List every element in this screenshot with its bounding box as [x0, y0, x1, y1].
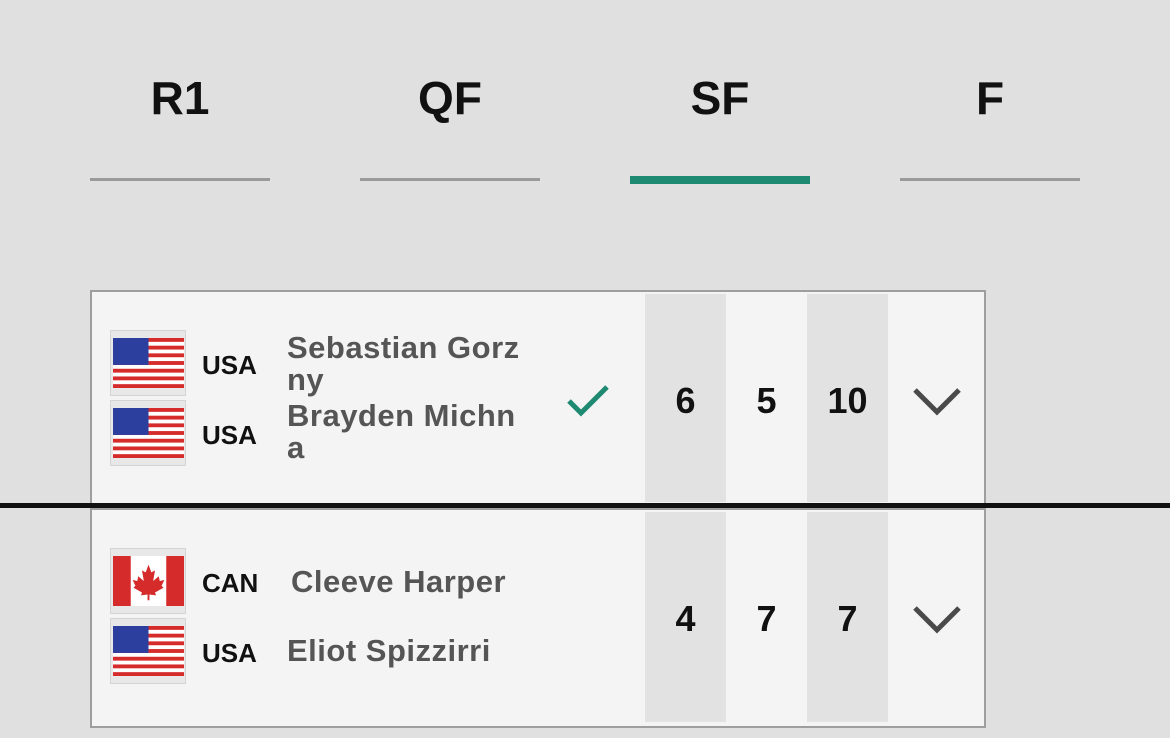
tab-sf-label: SF	[690, 72, 750, 124]
divider-line	[0, 503, 1170, 508]
expand-chevron-icon[interactable]	[912, 604, 962, 634]
tab-r1[interactable]: R1	[90, 60, 270, 186]
player-name: Cleeve Harper	[291, 564, 507, 599]
draw-page: R1 QF SF F 6 5 10 USA Sebastian Gorzny U…	[0, 0, 1170, 738]
player-name: Sebastian Gorzny	[287, 330, 520, 397]
winner-check-icon	[567, 385, 609, 417]
score-set-2: 7	[756, 598, 777, 639]
player-name: Eliot Spizzirri	[287, 633, 491, 668]
tab-qf[interactable]: QF	[360, 60, 540, 186]
score-set-3: 10	[827, 380, 868, 421]
score-column-set-1: 6	[645, 294, 726, 502]
tab-sf[interactable]: SF	[630, 60, 810, 186]
match-card[interactable]: 6 5 10 USA Sebastian Gorzny USA Brayden …	[90, 290, 986, 510]
tab-qf-underline	[360, 178, 540, 181]
score-set-2: 5	[756, 380, 777, 421]
score-set-1: 4	[675, 598, 696, 639]
tab-f[interactable]: F	[900, 60, 1080, 186]
country-code: USA	[202, 420, 257, 450]
tab-qf-label: QF	[418, 72, 482, 124]
score-set-1: 6	[675, 380, 696, 421]
country-code: USA	[202, 350, 257, 380]
expand-chevron-icon[interactable]	[912, 386, 962, 416]
match-card[interactable]: 4 7 7 CAN Cleeve Harper USA Eliot Spizzi…	[90, 510, 986, 728]
score-set-3: 7	[837, 598, 858, 639]
usa-flag-icon	[110, 400, 186, 466]
score-column-set-2: 7	[726, 512, 807, 722]
usa-flag-icon	[110, 618, 186, 684]
score-column-set-3: 10	[807, 294, 888, 502]
country-code: USA	[202, 638, 257, 668]
tab-f-label: F	[975, 72, 1005, 124]
country-code: CAN	[202, 568, 259, 598]
tab-r1-underline	[90, 178, 270, 181]
canada-flag-icon	[110, 548, 186, 614]
usa-flag-icon	[110, 330, 186, 396]
score-column-set-1: 4	[645, 512, 726, 722]
tab-r1-label: R1	[150, 72, 210, 124]
tab-f-underline	[900, 178, 1080, 181]
score-column-set-2: 5	[726, 294, 807, 502]
score-column-set-3: 7	[807, 512, 888, 722]
tab-sf-active-indicator	[630, 176, 810, 184]
player-name: Brayden Michna	[287, 398, 516, 465]
